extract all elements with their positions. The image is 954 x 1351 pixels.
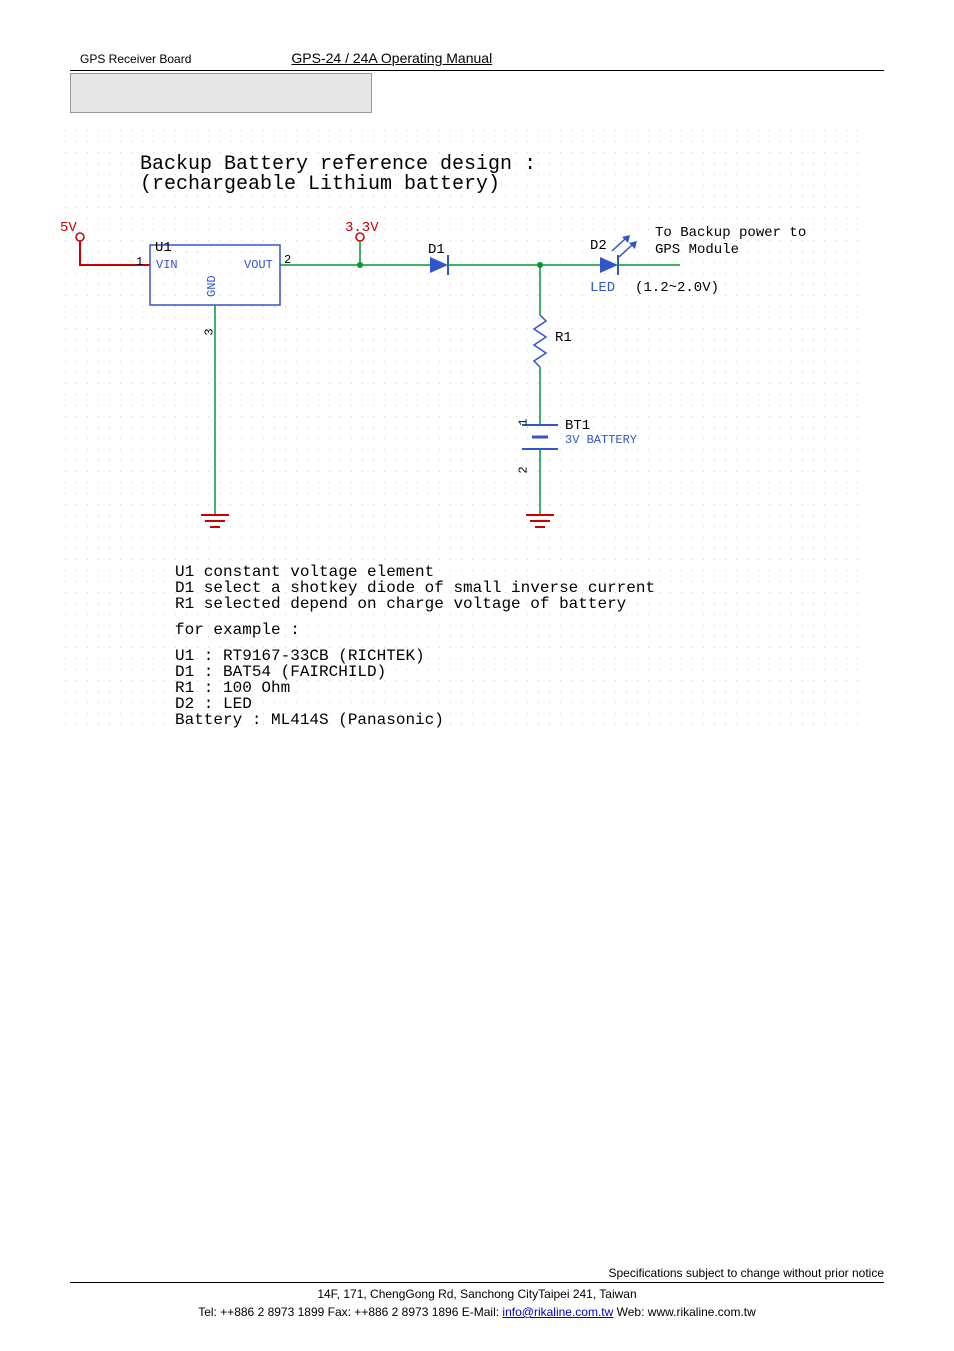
schematic-svg: [60, 125, 860, 595]
for-example: for example :: [175, 621, 300, 639]
label-pin2: 2: [284, 253, 291, 267]
label-3v3: 3.3V: [345, 220, 379, 236]
label-gnd: GND: [205, 275, 219, 297]
footer-address: 14F, 171, ChengGong Rd, Sanchong CityTai…: [317, 1287, 636, 1301]
label-r1: R1: [555, 330, 572, 346]
label-led: LED: [590, 280, 615, 296]
label-vout: VOUT: [244, 258, 273, 272]
header-product: GPS Receiver Board: [70, 52, 191, 68]
label-bt1: BT1: [565, 418, 590, 434]
header-title: GPS-24 / 24A Operating Manual: [291, 50, 492, 68]
label-d1: D1: [428, 242, 445, 258]
label-d2: D2: [590, 238, 607, 254]
ex-batt: Battery : ML414S (Panasonic): [175, 711, 444, 729]
label-bt1-desc: 3V BATTERY: [565, 433, 637, 447]
footer-web: Web: www.rikaline.com.tw: [613, 1305, 755, 1319]
label-led-voltage: (1.2~2.0V): [635, 280, 719, 296]
label-bt-pin2: 2: [517, 466, 531, 473]
schematic: Backup Battery reference design : (recha…: [60, 125, 860, 735]
label-u1: U1: [155, 240, 172, 256]
label-out1: To Backup power to: [655, 225, 806, 241]
gray-box: [70, 73, 372, 113]
footer-tel: Tel: ++886 2 8973 1899 Fax: ++886 2 8973…: [198, 1305, 502, 1319]
footer-notice: Specifications subject to change without…: [70, 1266, 884, 1282]
footer-divider: [70, 1282, 884, 1283]
footer-email-link[interactable]: info@rikaline.com.tw: [502, 1305, 613, 1319]
label-pin1: 1: [136, 255, 143, 269]
footer: Specifications subject to change without…: [70, 1266, 884, 1321]
label-bt-pin1: 1: [517, 418, 531, 425]
notes-r1: R1 selected depend on charge voltage of …: [175, 595, 626, 613]
header-divider: [70, 70, 884, 71]
label-out2: GPS Module: [655, 242, 739, 258]
label-vin: VIN: [156, 258, 178, 272]
label-5v: 5V: [60, 220, 77, 236]
label-pin3: 3: [203, 328, 217, 335]
